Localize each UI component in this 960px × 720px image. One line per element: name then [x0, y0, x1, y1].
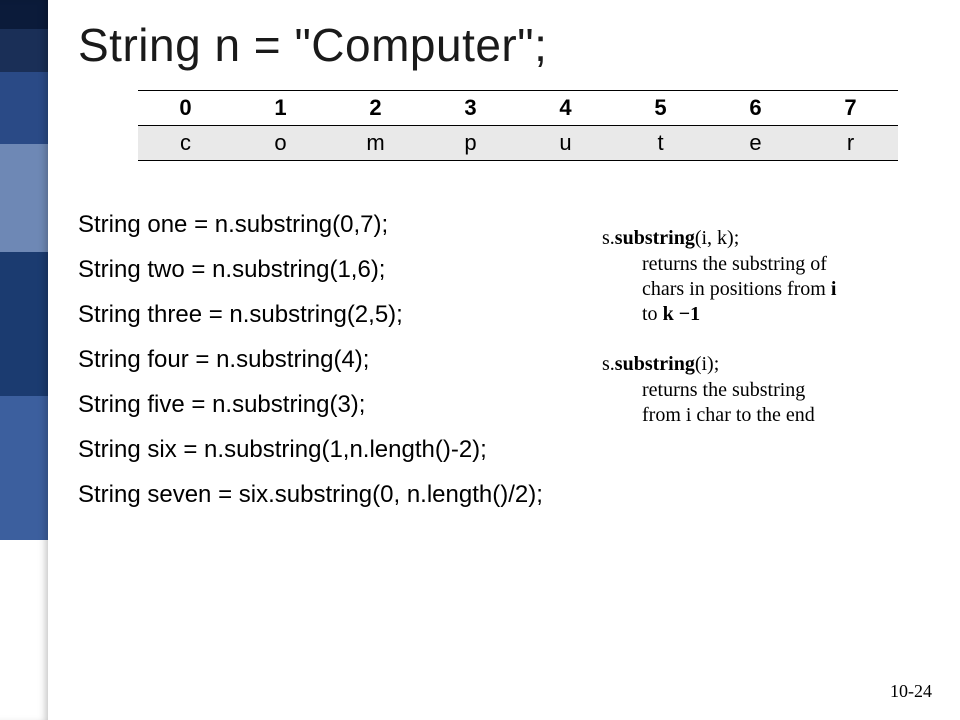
idx-cell: 2 [328, 91, 423, 126]
note-args: (i); [695, 353, 719, 375]
code-line: String four = n.substring(4); [78, 348, 598, 372]
code-line: String two = n.substring(1,6); [78, 258, 598, 282]
slide-content: String n = "Computer"; 0 1 2 3 4 5 6 7 c… [48, 0, 960, 720]
char-cell: e [708, 126, 803, 161]
note-minus-one: −1 [674, 303, 700, 325]
body-row: String one = n.substring(0,7); String tw… [78, 213, 930, 528]
code-line: String seven = six.substring(0, n.length… [78, 483, 598, 507]
idx-cell: 6 [708, 91, 803, 126]
note-var: s. [602, 353, 615, 375]
char-cell: c [138, 126, 233, 161]
notes-column: s.substring(i, k); returns the substring… [598, 213, 930, 454]
note-signature: s.substring(i, k); [602, 227, 930, 250]
code-line: String six = n.substring(1,n.length()-2)… [78, 438, 598, 462]
note-description: returns the substring of chars in positi… [602, 252, 930, 327]
code-line: String one = n.substring(0,7); [78, 213, 598, 237]
note-args: (i, k); [695, 227, 739, 249]
char-cell: t [613, 126, 708, 161]
sidebar-decoration [0, 0, 48, 720]
note-text: chars in positions from [642, 278, 831, 300]
idx-cell: 4 [518, 91, 613, 126]
code-line: String three = n.substring(2,5); [78, 303, 598, 327]
note-block-two-arg: s.substring(i, k); returns the substring… [602, 227, 930, 327]
note-block-one-arg: s.substring(i); returns the substring fr… [602, 353, 930, 428]
note-signature: s.substring(i); [602, 353, 930, 376]
table-row-chars: c o m p u t e r [138, 126, 898, 161]
char-cell: u [518, 126, 613, 161]
idx-cell: 1 [233, 91, 328, 126]
note-text: returns the substring [642, 379, 805, 401]
note-kw-k: k [663, 303, 674, 325]
slide-title: String n = "Computer"; [78, 18, 930, 72]
note-kw-i: i [831, 278, 837, 300]
char-cell: r [803, 126, 898, 161]
idx-cell: 0 [138, 91, 233, 126]
table-row-indices: 0 1 2 3 4 5 6 7 [138, 91, 898, 126]
idx-cell: 3 [423, 91, 518, 126]
char-cell: p [423, 126, 518, 161]
char-cell: m [328, 126, 423, 161]
note-text: to [642, 303, 663, 325]
idx-cell: 5 [613, 91, 708, 126]
page-number: 10-24 [890, 681, 932, 702]
note-var: s. [602, 227, 615, 249]
index-table: 0 1 2 3 4 5 6 7 c o m p u t e r [138, 90, 898, 161]
idx-cell: 7 [803, 91, 898, 126]
note-text: from i char to the end [642, 404, 815, 426]
code-line: String five = n.substring(3); [78, 393, 598, 417]
note-description: returns the substring from i char to the… [602, 378, 930, 428]
note-method: substring [615, 227, 695, 249]
note-method: substring [615, 353, 695, 375]
char-cell: o [233, 126, 328, 161]
code-column: String one = n.substring(0,7); String tw… [78, 213, 598, 528]
note-text: returns the substring of [642, 253, 827, 275]
